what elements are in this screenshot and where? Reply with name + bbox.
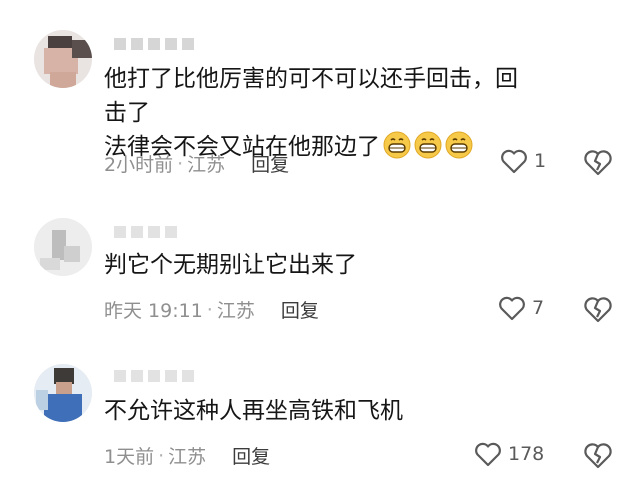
grinning-face-emoji	[445, 131, 473, 159]
avatar[interactable]	[34, 30, 92, 88]
reply-button[interactable]: 回复	[251, 150, 289, 177]
comment-meta: 1天前 · 江苏 回复	[104, 442, 270, 469]
broken-heart-icon[interactable]	[583, 148, 613, 176]
like-button[interactable]: 7	[498, 295, 544, 321]
comment-location: 江苏	[187, 154, 226, 176]
avatar[interactable]	[34, 364, 92, 422]
username-redacted[interactable]	[114, 370, 194, 382]
username-redacted[interactable]	[114, 226, 177, 238]
heart-outline-icon	[501, 149, 527, 174]
comment-time: 昨天 19:11	[104, 300, 203, 322]
comment-location: 江苏	[168, 446, 207, 468]
like-button[interactable]: 178	[474, 441, 544, 467]
comment-text-line1: 不允许这种人再坐高铁和飞机	[104, 398, 403, 424]
like-count: 178	[508, 443, 545, 465]
comment-text: 不允许这种人再坐高铁和飞机	[104, 394, 524, 428]
heart-outline-icon	[499, 296, 525, 321]
comment-meta: 2小时前 · 江苏 回复	[104, 150, 289, 177]
comment-location: 江苏	[216, 300, 255, 322]
meta-separator: ·	[206, 298, 213, 321]
broken-heart-icon[interactable]	[583, 295, 613, 323]
like-count: 1	[534, 150, 547, 172]
comment-meta: 昨天 19:11 · 江苏 回复	[104, 296, 319, 323]
reply-button[interactable]: 回复	[281, 296, 319, 323]
grinning-face-emoji	[414, 131, 442, 159]
like-button[interactable]: 1	[500, 148, 546, 174]
reply-button[interactable]: 回复	[232, 442, 270, 469]
comment-time: 2小时前	[104, 154, 174, 176]
comment-text-line1: 判它个无期别让它出来了	[104, 252, 357, 278]
comment-time: 1天前	[104, 446, 155, 468]
heart-outline-icon	[475, 442, 501, 467]
meta-separator: ·	[158, 444, 165, 467]
like-count: 7	[532, 297, 545, 319]
broken-heart-icon[interactable]	[583, 441, 613, 469]
grinning-face-emoji	[383, 131, 411, 159]
comment-text: 判它个无期别让它出来了	[104, 248, 524, 282]
username-redacted[interactable]	[114, 38, 194, 50]
comment-text: 他打了比他厉害的可不可以还手回击，回击了 法律会不会又站在他那边了	[104, 62, 524, 164]
avatar[interactable]	[34, 218, 92, 276]
meta-separator: ·	[177, 152, 184, 175]
comment-text-line1: 他打了比他厉害的可不可以还手回击，回击了	[104, 66, 518, 126]
